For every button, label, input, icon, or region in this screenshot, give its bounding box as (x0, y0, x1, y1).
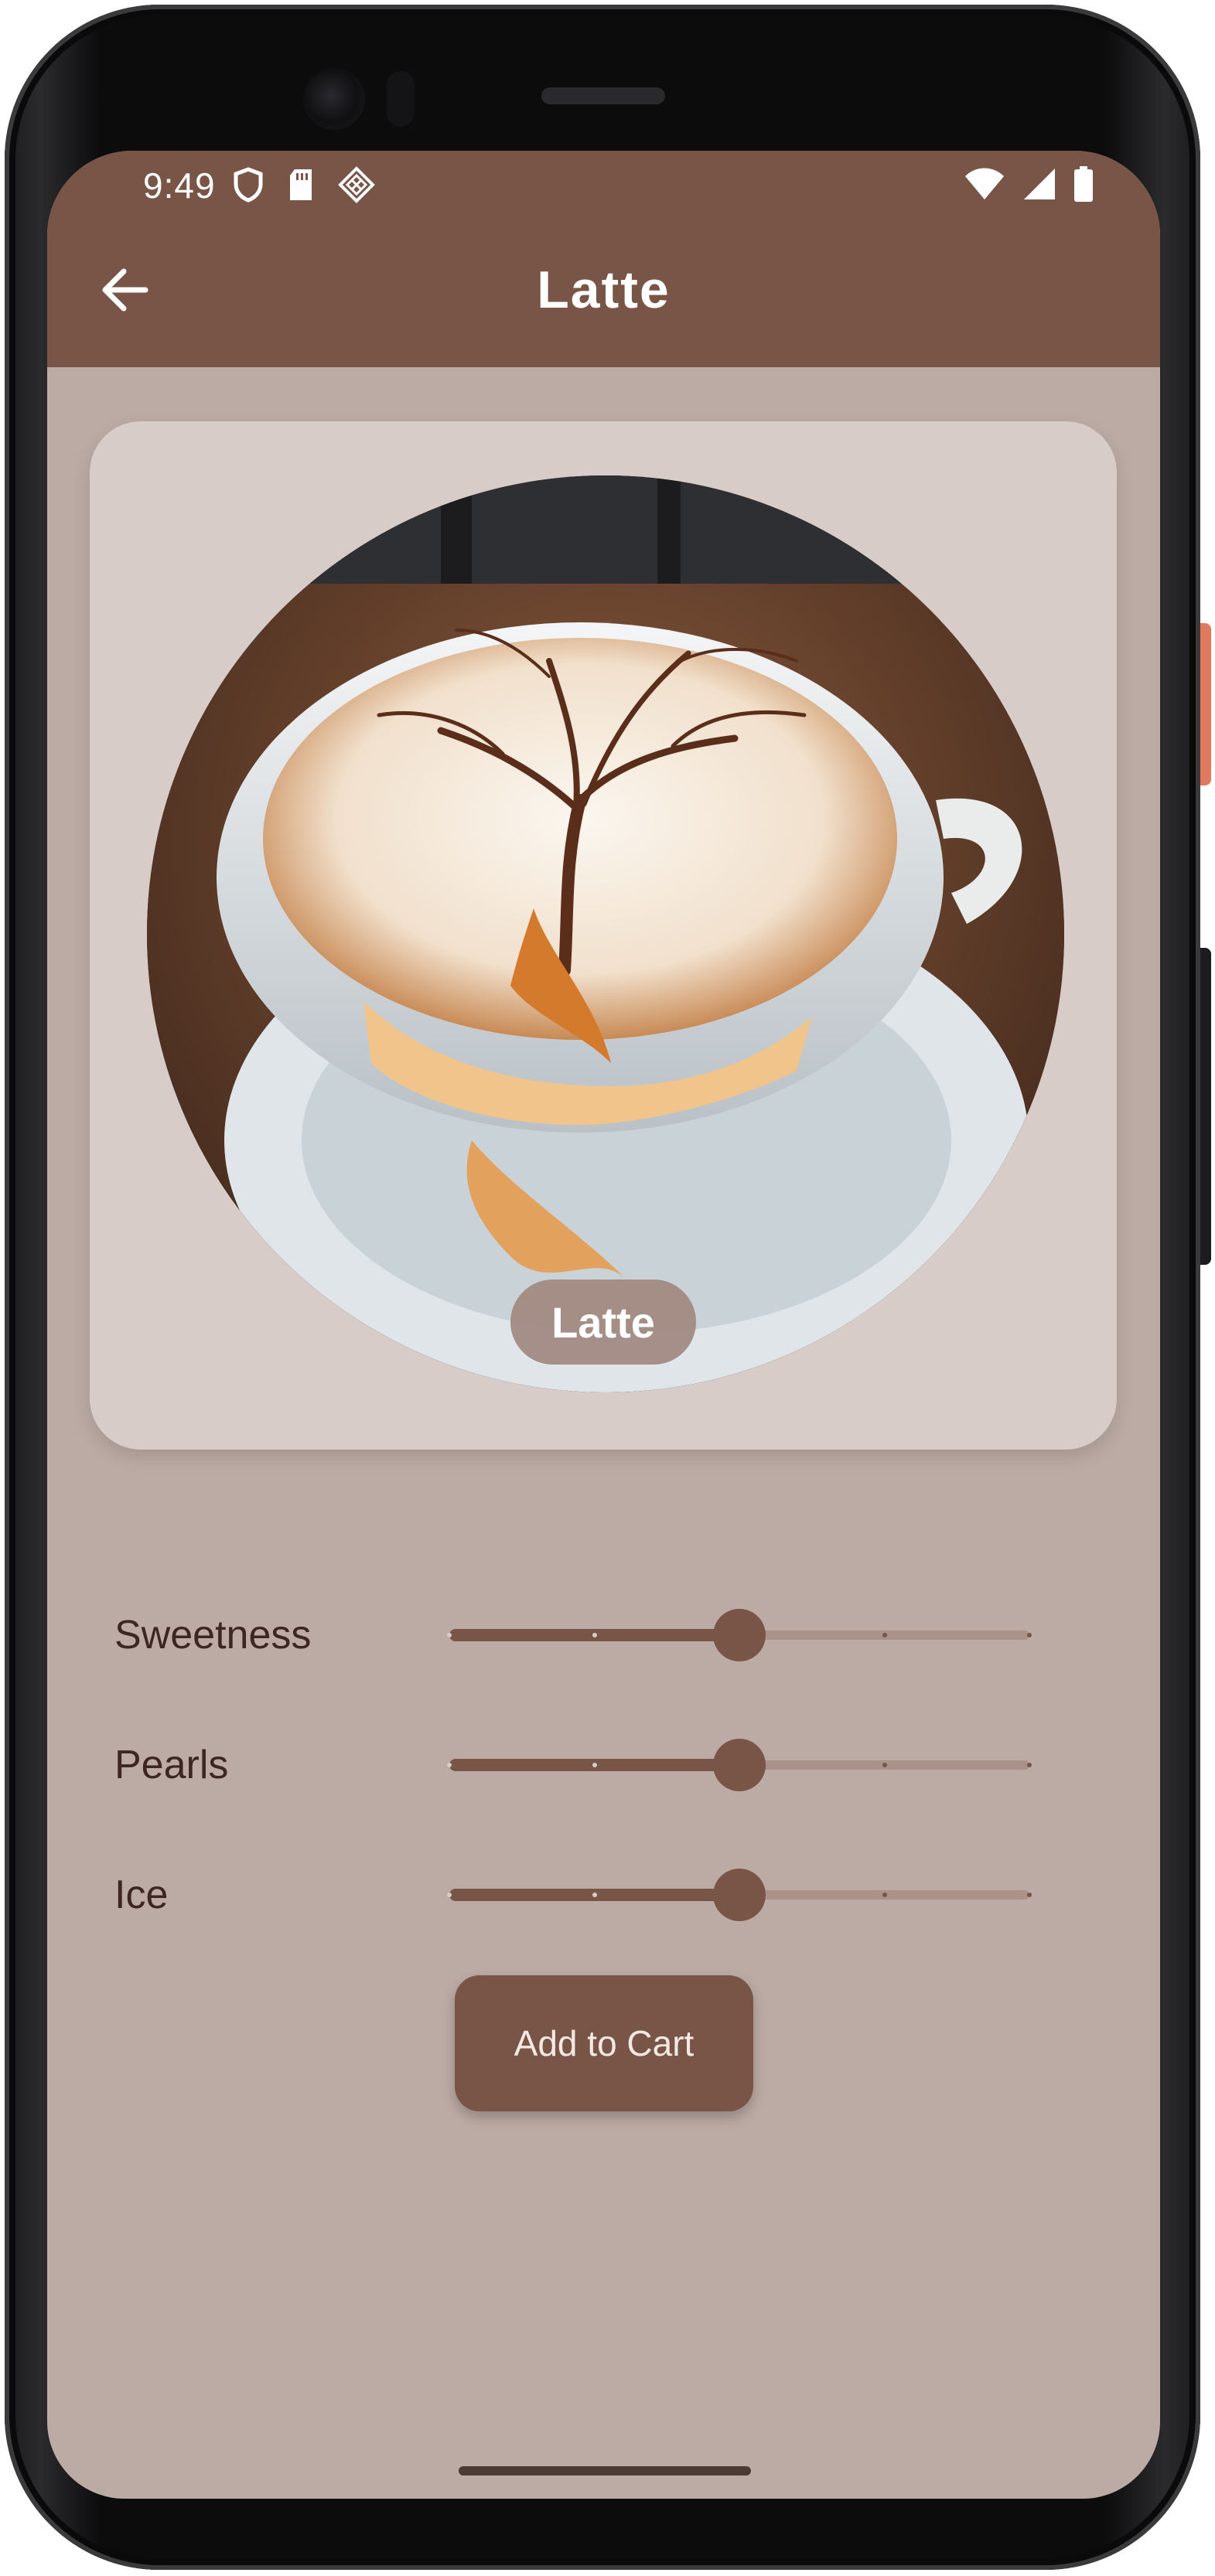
ice-slider[interactable] (447, 1849, 1032, 1941)
product-name-chip: Latte (510, 1279, 696, 1365)
slider-tick (882, 1763, 887, 1767)
diamond-grid-icon (338, 166, 375, 203)
screen: 9:49 Latte Latte Sweetness Pearls Ice Ad… (47, 151, 1160, 2499)
power-button (1200, 623, 1211, 785)
slider-tick (447, 1633, 452, 1637)
slider-tick (592, 1763, 597, 1767)
home-indicator[interactable] (459, 2466, 751, 2475)
option-label: Ice (114, 1872, 169, 1917)
slider-tick (1027, 1763, 1032, 1767)
shield-icon (234, 167, 263, 203)
earpiece-speaker (541, 87, 665, 104)
slider-tick (1027, 1893, 1032, 1897)
pearls-slider[interactable] (447, 1719, 1032, 1811)
slider-thumb[interactable] (713, 1739, 766, 1791)
option-row-sweetness: Sweetness (47, 1589, 1160, 1682)
status-icons-left (233, 166, 375, 203)
page-title: Latte (537, 261, 671, 319)
option-row-pearls: Pearls (47, 1719, 1160, 1811)
slider-tick (592, 1893, 597, 1897)
slider-tick (882, 1633, 887, 1637)
option-row-ice: Ice (47, 1849, 1160, 1941)
wifi-icon (965, 168, 1004, 199)
slider-tick (882, 1893, 887, 1897)
slider-tick (447, 1893, 452, 1897)
slider-tick (592, 1633, 597, 1637)
status-icons-right (964, 166, 1094, 202)
option-label: Sweetness (114, 1613, 312, 1658)
add-to-cart-button[interactable]: Add to Cart (455, 1975, 753, 2111)
slider-tick (1027, 1633, 1032, 1637)
slider-tick (447, 1763, 452, 1767)
volume-button (1200, 948, 1211, 1265)
signal-icon (1024, 169, 1055, 199)
app-bar: 9:49 Latte (47, 151, 1160, 367)
sd-card-icon (290, 169, 312, 200)
slider-thumb[interactable] (713, 1609, 766, 1661)
latte-art-image (147, 475, 1064, 1392)
proximity-sensor (387, 71, 415, 127)
option-label: Pearls (114, 1743, 229, 1787)
status-time: 9:49 (143, 165, 216, 206)
sweetness-slider[interactable] (447, 1589, 1032, 1682)
slider-thumb[interactable] (713, 1869, 766, 1921)
battery-icon (1074, 166, 1093, 202)
product-image (147, 475, 1064, 1392)
front-camera (303, 68, 365, 130)
